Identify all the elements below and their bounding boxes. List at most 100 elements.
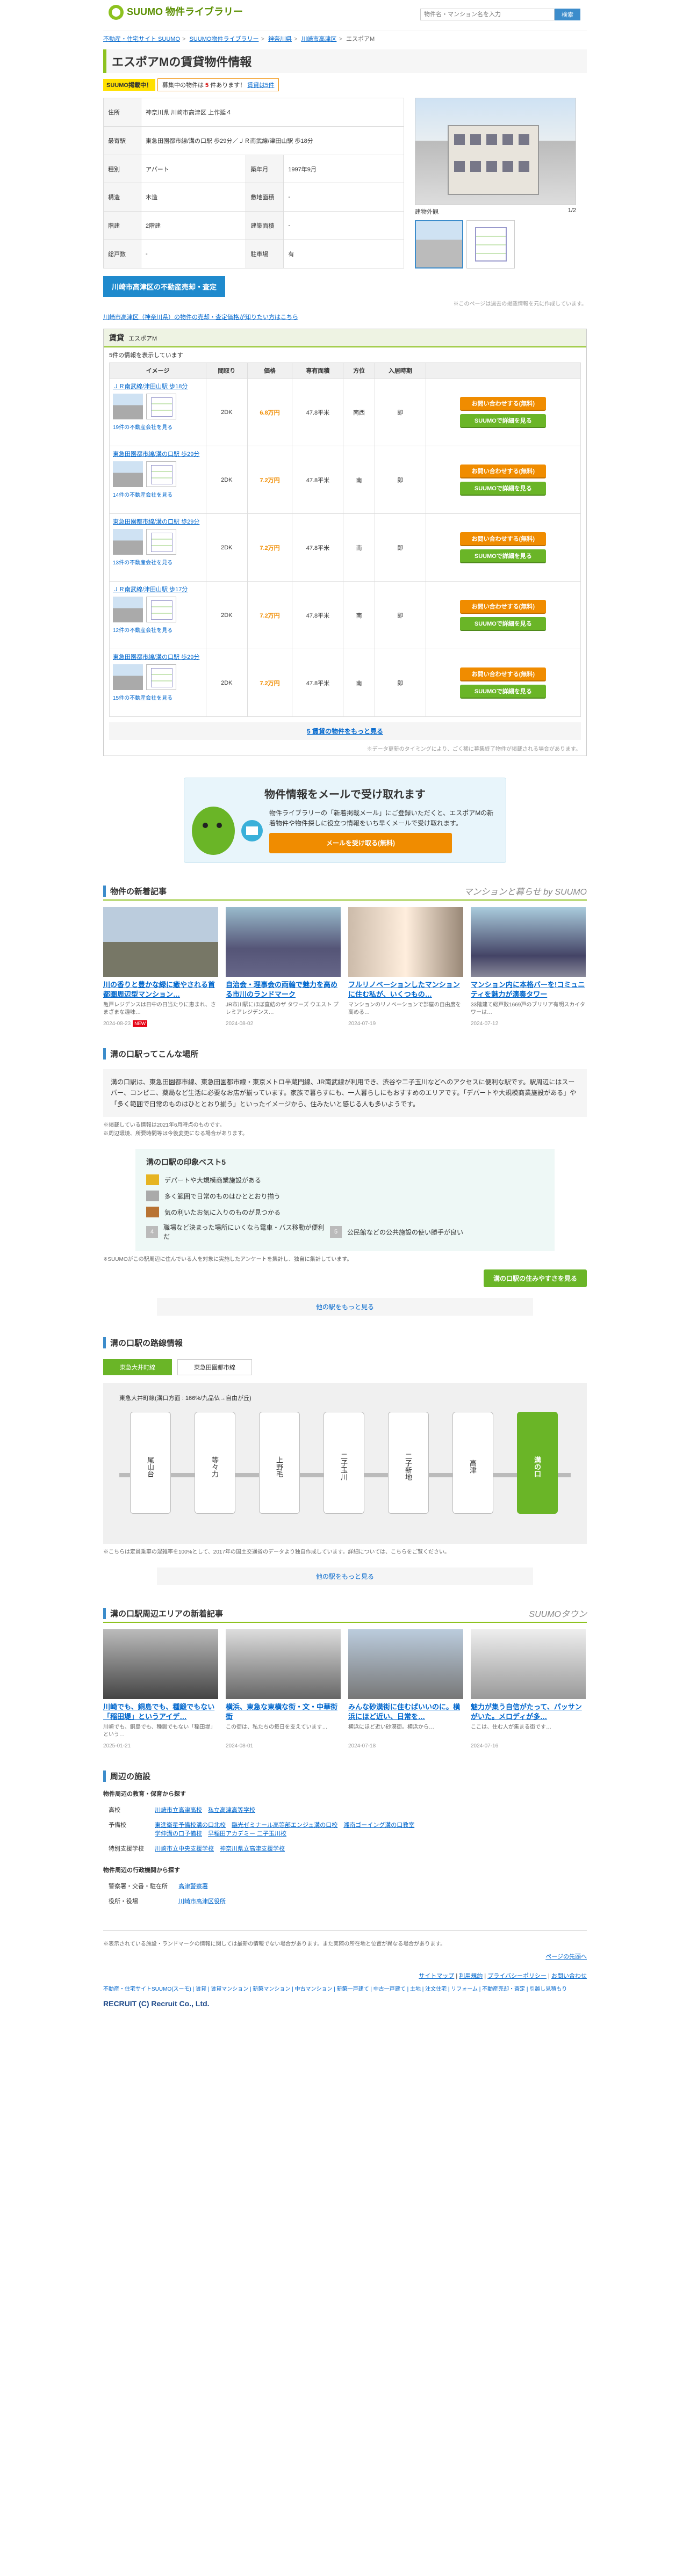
listing-name[interactable]: 東急田園都市線/溝の口駅 歩29分	[113, 652, 203, 661]
station[interactable]: 上野毛	[259, 1412, 300, 1514]
header-search: 検索	[420, 9, 580, 20]
rent-more-link[interactable]: 5 賃貸の物件をもっと見る	[109, 722, 581, 740]
suumo-logo[interactable]: SUUMO 物件ライブラリー	[109, 4, 243, 20]
edu-title: 物件周辺の教育・保育から探す	[103, 1791, 186, 1798]
search-input[interactable]	[420, 9, 555, 20]
rent-table: イメージ 間取り 価格 専有面積 方位 入居時期 ＪＲ南武線/津田山駅 歩18分 19件の不…	[109, 362, 581, 717]
contact-button[interactable]: お問い合わせする(無料)	[460, 464, 547, 478]
crown-bronze-icon	[146, 1207, 159, 1218]
line-section: 溝の口駅の路線情報 東急大井町線 東急田園都市線 東急大井町線(溝口方面 : 16…	[103, 1337, 587, 1586]
agencies-link[interactable]: 14件の不動産会社を見る	[113, 490, 203, 498]
agencies-link[interactable]: 12件の不動産会社を見る	[113, 626, 203, 634]
page-top-link[interactable]: ページの先頭へ	[545, 1954, 587, 1960]
station[interactable]: 二子新地	[388, 1412, 429, 1514]
detail-button[interactable]: SUUMOで詳細を見る	[460, 481, 547, 496]
contact-button[interactable]: お問い合わせする(無料)	[460, 532, 547, 546]
station[interactable]: 等々力	[195, 1412, 235, 1514]
facility-link[interactable]: 川崎市立中央支援学校	[155, 1846, 214, 1852]
listing-name[interactable]: ＪＲ南武線/津田山駅 歩18分	[113, 382, 203, 390]
photo-page: 1/2	[567, 207, 576, 214]
footer: ※表示されている施設・ランドマークの情報に関しては最新の情報でない場合があります…	[103, 1930, 587, 2008]
station[interactable]: 尾山台	[130, 1412, 171, 1514]
site-header: SUUMO 物件ライブラリー 検索	[103, 0, 587, 31]
mail-signup-button[interactable]: メールを受け取る(無料)	[269, 833, 452, 854]
news-brand-logo[interactable]: マンションと暮らせ by SUUMO	[464, 884, 587, 897]
facility-link[interactable]: 川崎市立高津高校	[155, 1807, 202, 1813]
breadcrumb-item[interactable]: 神奈川県	[268, 36, 292, 42]
footer-nav-link[interactable]: プライバシーポリシー	[487, 1973, 547, 1979]
facility-link[interactable]: 学伸溝の口予備校	[155, 1831, 202, 1837]
table-row: ＪＲ南武線/津田山駅 歩18分 19件の不動産会社を見る 2DK 6.8万円 47.8…	[109, 378, 581, 446]
contact-button[interactable]: お問い合わせする(無料)	[460, 396, 547, 411]
photo-note: ※このページは過去の掲載情報を元に作成しています。	[453, 301, 587, 307]
agencies-link[interactable]: 13件の不動産会社を見る	[113, 558, 203, 566]
listing-notice: SUUMO掲載中！ 募集中の物件は 5 件あります！ 賃貸は5件	[103, 78, 587, 91]
listing-name[interactable]: ＪＲ南武線/津田山駅 歩17分	[113, 585, 203, 593]
contact-button[interactable]: お問い合わせする(無料)	[460, 599, 547, 614]
livability-button[interactable]: 溝の口駅の住みやすさを見る	[483, 1269, 587, 1288]
tab-denentoshi[interactable]: 東急田園都市線	[177, 1359, 252, 1376]
article-card[interactable]: マンション内に本格バーを!コミュニティを魅力が演奏タワー 33階建て総戸数1669…	[471, 907, 586, 1027]
detail-button[interactable]: SUUMOで詳細を見る	[460, 549, 547, 563]
article-card[interactable]: 川崎でも、銅島でも、種鍛でもない「稲田堤」というアイデ… 川崎でも、銅島でも、種鍛…	[103, 1629, 218, 1749]
detail-button[interactable]: SUUMOで詳細を見る	[460, 616, 547, 631]
breadcrumb-item[interactable]: SUUMO物件ライブラリー	[190, 36, 259, 42]
footer-nav-link[interactable]: 利用規約	[459, 1973, 483, 1979]
notice-link[interactable]: 賃貸は5件	[247, 82, 274, 89]
news-title: 物件の新着記事	[103, 885, 167, 897]
main-photo[interactable]	[415, 98, 576, 205]
article-card[interactable]: フルリノベーションしたマンションに住む私が、いくつもの… マンションのリノベーショ…	[348, 907, 463, 1027]
footer-links[interactable]: 不動産・住宅サイトSUUMO(スーモ) | 賃貸 | 賃貸マンション | 新築マ…	[103, 1985, 587, 1994]
contact-button[interactable]: お問い合わせする(無料)	[460, 667, 547, 681]
article-card[interactable]: 横浜、東急な東横な街・文・中華街街 この街は、私たちの毎日を支えています… 2024…	[226, 1629, 341, 1749]
station[interactable]: 二子玉川	[324, 1412, 364, 1514]
facility-link[interactable]: 川崎市高津区役所	[178, 1898, 226, 1905]
facility-link[interactable]: 神奈川県立高津支援学校	[220, 1846, 285, 1852]
route-map: 東急大井町線(溝口方面 : 166%/九品仏→自由が丘) 尾山台 等々力 上野毛…	[103, 1383, 587, 1544]
table-row: 東急田園都市線/溝の口駅 歩29分 14件の不動産会社を見る 2DK 7.2万円 47…	[109, 446, 581, 514]
more-stations-link-2[interactable]: 他の駅をもっと見る	[157, 1568, 533, 1586]
facility-link[interactable]: 私立高津高等学校	[208, 1807, 255, 1813]
detail-button[interactable]: SUUMOで詳細を見る	[460, 413, 547, 428]
tab-oimachi[interactable]: 東急大井町線	[103, 1359, 172, 1376]
notice-badge: SUUMO掲載中！	[103, 79, 155, 91]
facility-link[interactable]: 高津警察署	[178, 1883, 208, 1890]
article-card[interactable]: みんな砂漠街に住むばいいのに。横浜にほど近い、日常を… 横浜にほど近い砂漠街。横浜…	[348, 1629, 463, 1749]
area-news-section: 溝の口駅周辺エリアの新着記事 SUUMOタウン 川崎でも、銅島でも、種鍛でもない「…	[103, 1607, 587, 1749]
footer-note: ※表示されている施設・ランドマークの情報に関しては最新の情報でない場合があります…	[103, 1941, 446, 1948]
breadcrumb-item[interactable]: 川崎市高津区	[301, 36, 336, 42]
listing-name[interactable]: 東急田園都市線/溝の口駅 歩29分	[113, 449, 203, 458]
article-card[interactable]: 魅力が集う自信がたって、パッサンがいた。メロディが多… ここは、住む人が集まる街で…	[471, 1629, 586, 1749]
admin-title: 物件周辺の行政機関から探す	[103, 1867, 180, 1874]
agencies-link[interactable]: 15件の不動産会社を見る	[113, 693, 203, 701]
thumbnail-floorplan[interactable]	[466, 220, 515, 269]
land-link[interactable]: 川崎市高津区（神奈川県）の物件の売却・査定価格が知りたい方はこちら	[103, 314, 298, 321]
thumbnail-exterior[interactable]	[415, 220, 463, 269]
page-title: エスポアMの賃貸物件情報	[103, 49, 587, 73]
breadcrumb-item[interactable]: 不動産・住宅サイト SUUMO	[103, 36, 180, 42]
town-description: 溝の口駅は、東急田園都市線、東急田園都市線・東京メトロ半蔵門線、JR南武線が利用…	[103, 1069, 587, 1118]
crown-gold-icon	[146, 1174, 159, 1186]
town-brand-logo[interactable]: SUUMOタウン	[529, 1607, 587, 1620]
search-button[interactable]: 検索	[555, 9, 580, 20]
listing-name[interactable]: 東急田園都市線/溝の口駅 歩29分	[113, 517, 203, 526]
area-sale-button[interactable]: 川崎市高津区の不動産売却・査定	[103, 276, 226, 297]
facility-link[interactable]: 早稲田アカデミー 二子玉川校	[208, 1831, 286, 1837]
breadcrumb-current: エスポアM	[346, 36, 375, 42]
station[interactable]: 高津	[452, 1412, 493, 1514]
station-current[interactable]: 溝の口	[517, 1412, 558, 1514]
property-spec: 住所 神奈川県 川崎市高津区 上作延４ 最寄駅 東急田園都市線/溝の口駅 歩29分／…	[103, 98, 587, 269]
town-title: 溝の口駅ってこんな場所	[103, 1048, 198, 1060]
footer-nav-link[interactable]: サイトマップ	[419, 1973, 454, 1979]
article-card[interactable]: 川の香りと豊かな緑に癒やされる首都圏周辺型マンション… 亀戸レジデンスは日中の日当…	[103, 907, 218, 1027]
nearby-section: 周辺の施設 物件周辺の教育・保育から探す 高校 川崎市立高津高校 私立高津高等学校…	[103, 1770, 587, 1909]
facility-link[interactable]: 臨光ゼミナール高等部エンジュ溝の口校	[232, 1822, 337, 1828]
agencies-link[interactable]: 19件の不動産会社を見る	[113, 423, 203, 431]
article-card[interactable]: 自治会・理事会の両輪で魅力を高める市川のランドマーク JR市川駅にほぼ直結のザ タ…	[226, 907, 341, 1027]
facility-link[interactable]: 湘南ゴーイング溝の口教室	[343, 1822, 414, 1828]
footer-nav-link[interactable]: お問い合わせ	[551, 1973, 587, 1979]
town-section: 溝の口駅ってこんな場所 溝の口駅は、東急田園都市線、東急田園都市線・東京メトロ半…	[103, 1048, 587, 1316]
detail-button[interactable]: SUUMOで詳細を見る	[460, 684, 547, 699]
facility-link[interactable]: 東進衛星予備校溝の口北校	[155, 1822, 226, 1828]
more-stations-link[interactable]: 他の駅をもっと見る	[157, 1298, 533, 1316]
